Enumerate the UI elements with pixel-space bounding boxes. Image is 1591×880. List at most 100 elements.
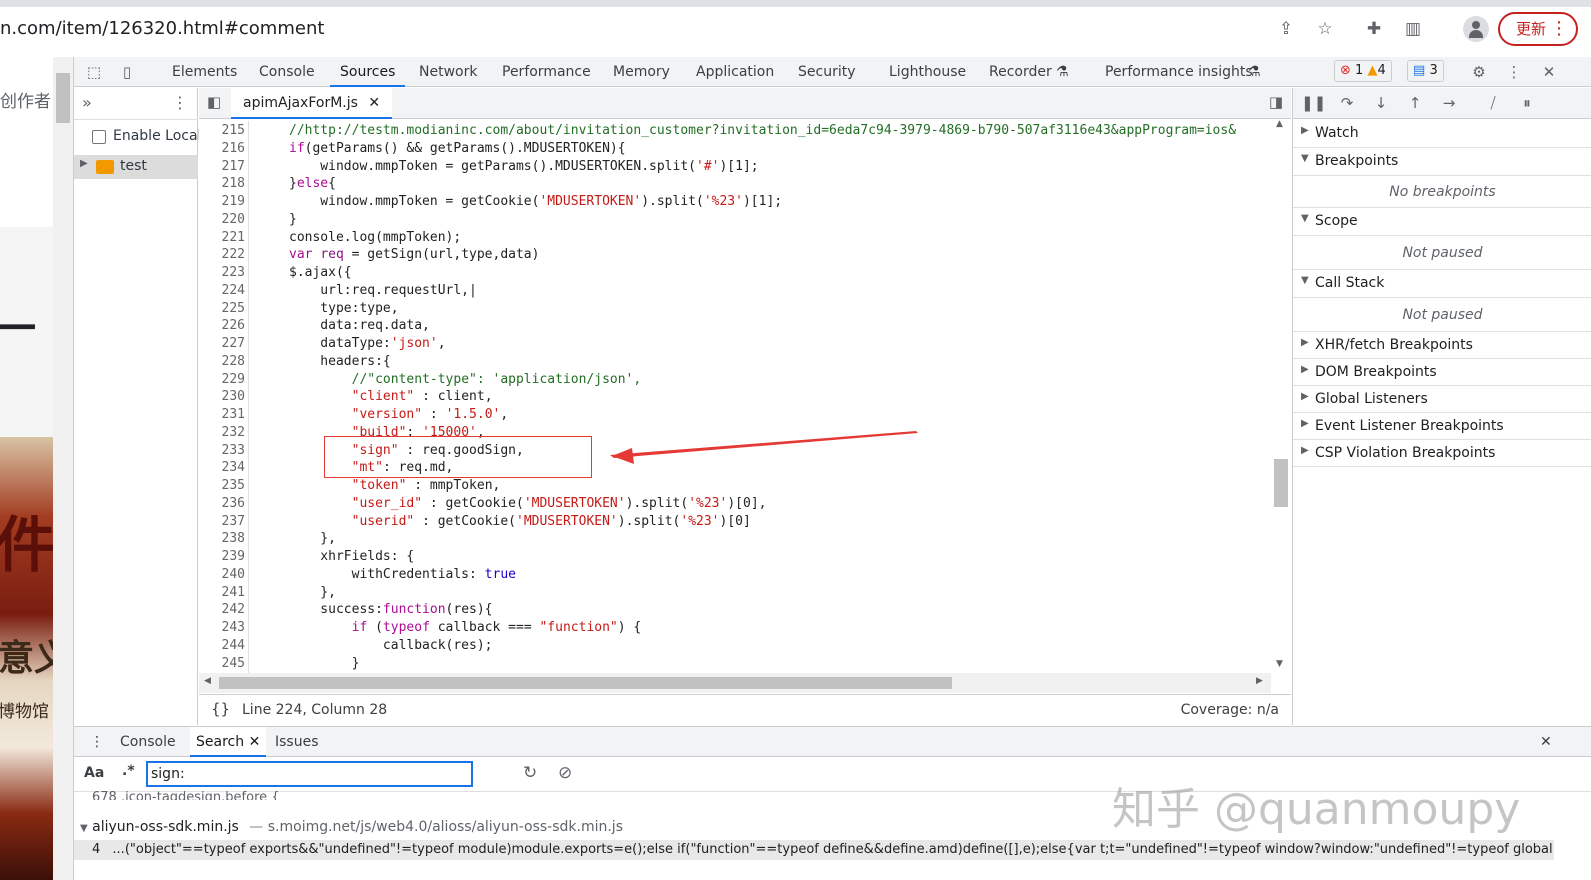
dom-breakpoints-section[interactable]: ▶ DOM Breakpoints bbox=[1293, 359, 1591, 386]
line-number[interactable]: 219 bbox=[199, 194, 245, 209]
kebab-menu-icon[interactable]: ⋮ bbox=[1550, 14, 1568, 44]
editor-vertical-scrollbar[interactable]: ▲ ▼ bbox=[1271, 119, 1291, 673]
code-area[interactable]: 215 216 217 218 219 220 221 222 223 224 225 226 227 2… bbox=[199, 121, 1271, 673]
code-line[interactable]: //"content-type": 'application/json', bbox=[289, 372, 642, 387]
regex-button[interactable]: .* bbox=[122, 763, 135, 779]
line-number[interactable]: 244 bbox=[199, 638, 245, 653]
watch-section[interactable]: ▶ Watch bbox=[1293, 120, 1591, 148]
code-line[interactable]: callback(res); bbox=[289, 638, 493, 653]
scroll-left-icon[interactable]: ◀ bbox=[204, 676, 211, 686]
message-counter[interactable]: ▤ 3 bbox=[1407, 60, 1444, 82]
code-line[interactable]: } bbox=[289, 656, 360, 671]
close-devtools-icon[interactable]: ✕ bbox=[1537, 60, 1561, 84]
line-number[interactable]: 238 bbox=[199, 531, 245, 546]
toggle-navigator-icon[interactable]: ◧ bbox=[207, 93, 221, 111]
search-result-partial[interactable]: 678 .icon-tagdesign.before { bbox=[92, 790, 280, 800]
drawer-tab-console[interactable]: Console bbox=[120, 727, 176, 757]
page-scrollbar-thumb[interactable] bbox=[56, 73, 70, 123]
call-stack-section[interactable]: ▼ Call Stack bbox=[1293, 270, 1591, 298]
code-line[interactable]: url:req.requestUrl,| bbox=[289, 283, 477, 298]
step-over-icon[interactable]: ↷ bbox=[1335, 91, 1359, 115]
breakpoints-section[interactable]: ▼ Breakpoints bbox=[1293, 148, 1591, 176]
creator-link[interactable]: 创作者 bbox=[0, 87, 51, 112]
profile-avatar[interactable] bbox=[1463, 16, 1489, 42]
line-number[interactable]: 230 bbox=[199, 389, 245, 404]
line-number[interactable]: 218 bbox=[199, 176, 245, 191]
expand-arrow-icon[interactable]: ▶ bbox=[80, 158, 88, 169]
code-line[interactable]: }, bbox=[289, 585, 336, 600]
code-line[interactable]: "client" : client, bbox=[289, 389, 493, 404]
update-button[interactable]: 更新 ⋮ bbox=[1498, 12, 1578, 46]
code-line[interactable]: data:req.data, bbox=[289, 318, 430, 333]
tab-memory[interactable]: Memory bbox=[613, 57, 670, 87]
more-tabs-icon[interactable]: » bbox=[82, 93, 92, 112]
code-line[interactable]: xhrFields: { bbox=[289, 549, 414, 564]
page-scrollbar[interactable] bbox=[53, 57, 73, 880]
deactivate-breakpoints-icon[interactable]: ⧸ bbox=[1481, 91, 1505, 115]
line-number[interactable]: 221 bbox=[199, 230, 245, 245]
tab-lighthouse[interactable]: Lighthouse bbox=[889, 57, 966, 87]
toggle-debugger-icon[interactable]: ◨ bbox=[1269, 93, 1283, 111]
line-number[interactable]: 237 bbox=[199, 514, 245, 529]
line-number[interactable]: 242 bbox=[199, 602, 245, 617]
line-number[interactable]: 243 bbox=[199, 620, 245, 635]
code-line[interactable]: success:function(res){ bbox=[289, 602, 492, 617]
code-line[interactable]: }, bbox=[289, 531, 336, 546]
tab-recorder[interactable]: Recorder bbox=[989, 57, 1052, 87]
tab-elements[interactable]: Elements bbox=[172, 57, 237, 87]
line-number[interactable]: 233 bbox=[199, 443, 245, 458]
clear-search-icon[interactable]: ⊘ bbox=[558, 763, 572, 783]
bookmark-star-icon[interactable]: ☆ bbox=[1312, 16, 1338, 42]
horizontal-scroll-thumb[interactable] bbox=[219, 677, 952, 689]
refresh-icon[interactable]: ↻ bbox=[523, 763, 537, 783]
address-bar[interactable]: n.com/item/126320.html#comment bbox=[0, 18, 324, 39]
step-icon[interactable]: → bbox=[1437, 91, 1461, 115]
line-number[interactable]: 240 bbox=[199, 567, 245, 582]
code-line[interactable]: }else{ bbox=[289, 176, 336, 191]
code-line[interactable]: "token" : mmpToken, bbox=[289, 478, 501, 493]
tab-application[interactable]: Application bbox=[696, 57, 774, 87]
gear-icon[interactable]: ⚙ bbox=[1467, 60, 1491, 84]
code-line[interactable]: var req = getSign(url,type,data) bbox=[289, 247, 539, 262]
tab-performance-insights[interactable]: Performance insights bbox=[1105, 57, 1253, 87]
editor-horizontal-scrollbar[interactable]: ◀ ▶ bbox=[199, 673, 1271, 693]
code-line[interactable]: headers:{ bbox=[289, 354, 390, 369]
close-tab-icon[interactable]: ✕ bbox=[368, 95, 380, 111]
event-listener-section[interactable]: ▶ Event Listener Breakpoints bbox=[1293, 413, 1591, 440]
code-line[interactable]: "version" : '1.5.0', bbox=[289, 407, 509, 422]
pretty-print-icon[interactable]: {} bbox=[211, 700, 230, 718]
scroll-right-icon[interactable]: ▶ bbox=[1256, 676, 1263, 686]
line-number[interactable]: 217 bbox=[199, 159, 245, 174]
line-number[interactable]: 231 bbox=[199, 407, 245, 422]
code-line[interactable]: window.mmpToken = getParams().MDUSERTOKE… bbox=[289, 159, 758, 174]
search-input[interactable] bbox=[146, 761, 473, 787]
tab-performance[interactable]: Performance bbox=[502, 57, 591, 87]
extensions-icon[interactable]: ✚ bbox=[1361, 16, 1387, 42]
code-line[interactable]: type:type, bbox=[289, 301, 398, 316]
line-number[interactable]: 220 bbox=[199, 212, 245, 227]
file-tab[interactable]: apimAjaxForM.js ✕ bbox=[231, 88, 393, 119]
csp-violation-section[interactable]: ▶ CSP Violation Breakpoints bbox=[1293, 440, 1591, 467]
drawer-menu-icon[interactable]: ⋮ bbox=[90, 727, 104, 757]
line-number[interactable]: 241 bbox=[199, 585, 245, 600]
code-line[interactable]: //http://testm.modianinc.com/about/invit… bbox=[289, 123, 1236, 138]
line-number[interactable]: 234 bbox=[199, 460, 245, 475]
code-line[interactable]: if(getParams() && getParams().MDUSERTOKE… bbox=[289, 141, 626, 156]
line-number[interactable]: 229 bbox=[199, 372, 245, 387]
line-gutter[interactable]: 215 216 217 218 219 220 221 222 223 224 225 226 227 2… bbox=[199, 121, 249, 673]
line-number[interactable]: 245 bbox=[199, 656, 245, 671]
line-number[interactable]: 224 bbox=[199, 283, 245, 298]
tree-item-test[interactable]: ▶ test bbox=[74, 155, 198, 179]
line-number[interactable]: 227 bbox=[199, 336, 245, 351]
line-number[interactable]: 228 bbox=[199, 354, 245, 369]
code-line[interactable]: console.log(mmpToken); bbox=[289, 230, 461, 245]
more-options-icon[interactable]: ⋮ bbox=[1502, 60, 1526, 84]
line-number[interactable]: 222 bbox=[199, 247, 245, 262]
line-number[interactable]: 235 bbox=[199, 478, 245, 493]
line-number[interactable]: 225 bbox=[199, 301, 245, 316]
line-number[interactable]: 216 bbox=[199, 141, 245, 156]
line-number[interactable]: 236 bbox=[199, 496, 245, 511]
search-result-line[interactable]: 4 ...("object"==typeof exports&&"undefin… bbox=[74, 840, 1554, 860]
close-drawer-icon[interactable]: ✕ bbox=[1540, 727, 1552, 757]
scroll-up-icon[interactable]: ▲ bbox=[1276, 119, 1283, 129]
